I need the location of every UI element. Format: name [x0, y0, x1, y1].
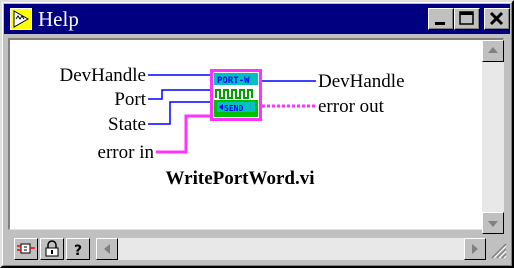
diagram-button[interactable] [14, 238, 38, 260]
input-port-label: Port [114, 89, 146, 110]
scroll-up-button[interactable] [482, 40, 504, 62]
help-window: Help PORT-W SEND DevHandle Port State er… [0, 0, 514, 268]
vi-name-label: WritePortWord.vi [166, 168, 315, 189]
arrow-left-icon [104, 244, 110, 254]
window-title: Help [38, 7, 79, 31]
wire-port [148, 89, 212, 100]
minimize-button[interactable] [428, 8, 454, 30]
vertical-scrollbar[interactable] [482, 40, 504, 234]
minimize-icon [435, 22, 445, 25]
arrow-right-icon [472, 244, 478, 254]
wire-error-in [156, 114, 212, 154]
output-devhandle-label: DevHandle [318, 71, 405, 92]
vi-icon-bottom-text: SEND [224, 104, 243, 113]
lock-button[interactable] [40, 238, 64, 260]
scroll-left-button[interactable] [96, 238, 118, 260]
diagram-icon [17, 243, 35, 254]
maximize-button[interactable] [454, 8, 480, 30]
input-state-label: State [108, 114, 146, 135]
output-error-out-label: error out [318, 96, 385, 117]
input-error-in-label: error in [98, 142, 155, 163]
svg-text:?: ? [74, 243, 82, 259]
close-button[interactable] [484, 8, 510, 30]
close-icon [489, 11, 504, 26]
maximize-icon [459, 11, 474, 25]
scroll-right-button[interactable] [464, 238, 486, 260]
scroll-down-button[interactable] [482, 212, 504, 234]
question-icon: ? [74, 243, 82, 259]
resize-grip-icon[interactable] [486, 238, 508, 260]
bottom-toolbar: ? [8, 236, 507, 262]
lock-icon [45, 240, 59, 257]
input-devhandle-label: DevHandle [59, 65, 146, 86]
title-bar[interactable]: Help [4, 4, 510, 34]
arrow-down-icon [488, 221, 498, 227]
help-question-button[interactable]: ? [66, 238, 90, 260]
arrow-up-icon [488, 47, 498, 53]
help-content-area: PORT-W SEND DevHandle Port State error i… [8, 38, 504, 230]
vi-icon-top-text: PORT-W [217, 76, 250, 86]
connector-diagram: PORT-W SEND DevHandle Port State error i… [59, 65, 405, 189]
wire-state [148, 101, 212, 125]
labview-arrow-icon [10, 8, 32, 30]
vi-icon: PORT-W SEND [210, 69, 262, 121]
horizontal-scrollbar[interactable] [96, 238, 486, 260]
